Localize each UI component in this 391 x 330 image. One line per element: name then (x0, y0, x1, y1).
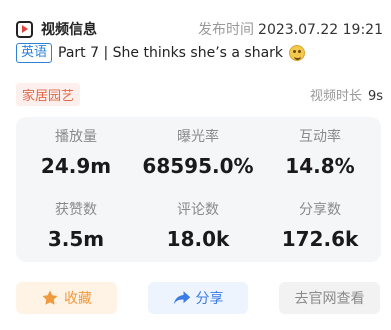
duration-label: 视频时长 (309, 88, 362, 104)
language-badge: 英语 (16, 43, 53, 63)
stat-label: 互动率 (299, 129, 341, 145)
share-button[interactable]: 分享 (148, 282, 248, 314)
visit-site-button[interactable]: 去官网查看 (279, 282, 380, 314)
favorite-button[interactable]: 收藏 (16, 282, 117, 314)
star-icon (42, 290, 58, 305)
stat-label: 播放量 (55, 129, 97, 145)
stat-value: 172.6k (281, 227, 359, 251)
stat-label: 评论数 (177, 202, 219, 218)
stat-plays: 播放量 24.9m (16, 128, 136, 178)
stat-label: 曝光率 (177, 129, 219, 145)
video-title: Part 7 | She thinks she’s a shark (58, 45, 284, 61)
stat-label: 分享数 (299, 202, 341, 218)
stat-comments: 评论数 18.0k (138, 201, 258, 251)
laughing-emoji-icon (289, 45, 306, 61)
publish-label: 发布时间 (198, 22, 255, 38)
stat-value: 18.0k (166, 227, 230, 251)
publish-time: 发布时间 2023.07.22 19:21 (198, 19, 383, 39)
stat-exposure-rate: 曝光率 68595.0% (138, 128, 258, 178)
meta-row: 家居园艺 视频时长 9s (16, 82, 383, 106)
stat-value: 68595.0% (142, 154, 254, 178)
duration-value: 9s (367, 88, 383, 104)
duration: 视频时长 9s (310, 85, 383, 104)
action-bar: 收藏 分享 去官网查看 (16, 282, 381, 314)
stat-value: 3.5m (47, 227, 105, 251)
section-title: 视频信息 (41, 22, 97, 38)
video-icon (16, 20, 33, 38)
visit-site-label: 去官网查看 (294, 291, 365, 307)
publish-value: 2023.07.22 19:21 (258, 22, 383, 38)
stat-value: 24.9m (40, 154, 112, 178)
stat-engagement-rate: 互动率 14.8% (260, 128, 380, 178)
stat-value: 14.8% (285, 154, 355, 178)
stat-label: 获赞数 (55, 202, 97, 218)
stats-card: 播放量 24.9m 曝光率 68595.0% 互动率 14.8% 获赞数 3.5… (16, 117, 381, 262)
category-tag: 家居园艺 (16, 82, 81, 106)
stat-shares: 分享数 172.6k (260, 201, 380, 251)
favorite-label: 收藏 (64, 291, 92, 307)
share-label: 分享 (195, 291, 224, 307)
header: 视频信息 发布时间 2023.07.22 19:21 (16, 17, 383, 41)
stat-likes: 获赞数 3.5m (16, 201, 136, 251)
video-title-row: 英语 Part 7 | She thinks she’s a shark (16, 42, 383, 64)
share-arrow-icon (173, 291, 190, 305)
